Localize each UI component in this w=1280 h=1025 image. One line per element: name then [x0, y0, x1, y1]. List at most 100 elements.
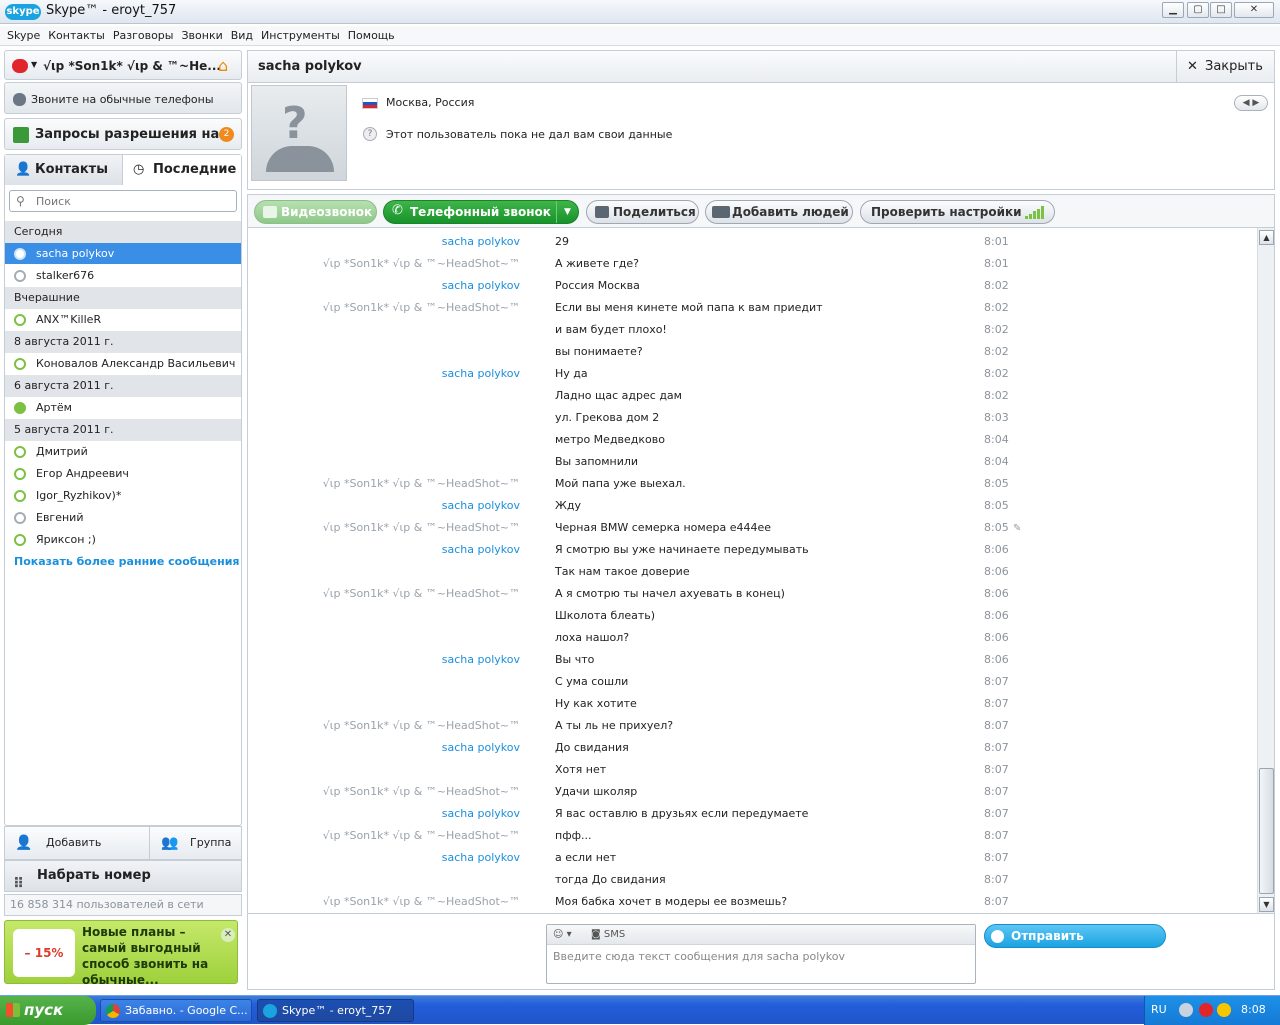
scroll-up-icon[interactable]: ▲: [1259, 230, 1274, 245]
tray-app-icon[interactable]: [1217, 1003, 1231, 1017]
dial-number-button[interactable]: ⠿ Набрать номер: [4, 860, 242, 892]
menu-item-5[interactable]: Инструменты: [257, 26, 344, 42]
recent-contact-row[interactable]: Евгений: [5, 507, 241, 529]
video-call-button[interactable]: Видеозвонок: [254, 200, 377, 224]
taskbar-button-chrome[interactable]: Забавно. - Google C...: [100, 999, 252, 1022]
tray-arrow-icon[interactable]: [1179, 1003, 1193, 1017]
chat-message[interactable]: √ιp *Son1k* √ιp & ™~HeadShot~™ Моя бабка …: [248, 891, 1258, 913]
scroll-down-icon[interactable]: ▼: [1259, 897, 1274, 912]
chevron-down-icon[interactable]: ▼: [31, 60, 37, 69]
recent-contact-row[interactable]: Дмитрий: [5, 441, 241, 463]
chat-message[interactable]: sacha polykov Ну да 8:02: [248, 363, 1258, 385]
chat-message[interactable]: √ιp *Son1k* √ιp & ™~HeadShot~™ А живете г…: [248, 253, 1258, 275]
restore-button[interactable]: ▢: [1187, 2, 1209, 18]
chat-message[interactable]: sacha polykov Жду 8:05: [248, 495, 1258, 517]
recent-contact-row[interactable]: Коновалов Александр Васильевич: [5, 353, 241, 375]
chat-message[interactable]: sacha polykov До свидания 8:07: [248, 737, 1258, 759]
chat-message[interactable]: √ιp *Son1k* √ιp & ™~HeadShot~™ пфф... 8:07: [248, 825, 1258, 847]
group-button[interactable]: 👥 Группа: [151, 827, 241, 859]
avatar[interactable]: ?: [251, 85, 347, 181]
phone-call-button[interactable]: ✆ Телефонный звонок ▼: [383, 200, 579, 224]
chat-message[interactable]: лоха нашол? 8:06: [248, 627, 1258, 649]
chat-message[interactable]: sacha polykov Вы что 8:06: [248, 649, 1258, 671]
promo-banner[interactable]: – 15% Новые планы – самый выгодный спосо…: [4, 920, 238, 987]
recent-contact-row[interactable]: stalker676: [5, 265, 241, 287]
close-conversation-button[interactable]: ✕ Закрыть: [1176, 51, 1274, 82]
chat-message[interactable]: Ладно щас адрес дам 8:02: [248, 385, 1258, 407]
recent-contact-row[interactable]: Артём: [5, 397, 241, 419]
chat-message[interactable]: Хотя нет 8:07: [248, 759, 1258, 781]
message-text: Удачи школяр: [555, 785, 638, 798]
chat-message[interactable]: Так нам такое доверие 8:06: [248, 561, 1258, 583]
add-contact-button[interactable]: 👤 Добавить контакт: [5, 827, 150, 881]
check-settings-button[interactable]: Проверить настройки: [860, 200, 1055, 224]
menu-item-2[interactable]: Разговоры: [109, 26, 178, 42]
chat-message[interactable]: √ιp *Son1k* √ιp & ™~HeadShot~™ Если вы ме…: [248, 297, 1258, 319]
chat-message[interactable]: sacha polykov 29 8:01: [248, 231, 1258, 253]
message-text: вы понимаете?: [555, 345, 643, 358]
chat-message[interactable]: sacha polykov Россия Москва 8:02: [248, 275, 1258, 297]
profile-status-bar[interactable]: ▼ √ιp *Son1k* √ιp & ™~He... ⌂: [4, 50, 242, 80]
close-promo-icon[interactable]: ✕: [221, 928, 235, 942]
recent-contact-row[interactable]: Егор Андреевич: [5, 463, 241, 485]
home-icon[interactable]: ⌂: [218, 57, 236, 75]
maximize-button[interactable]: □: [1210, 2, 1232, 18]
scrollbar-thumb[interactable]: [1259, 768, 1274, 894]
chat-message[interactable]: и вам будет плохо! 8:02: [248, 319, 1258, 341]
tab-recent[interactable]: ◷ Последние: [123, 155, 241, 185]
menu-item-6[interactable]: Помощь: [344, 26, 399, 42]
message-input-box[interactable]: ☺ ▾ ◙ SMS Введите сюда текст сообщения д…: [546, 924, 976, 984]
chat-message[interactable]: √ιp *Son1k* √ιp & ™~HeadShot~™ А ты ль не…: [248, 715, 1258, 737]
chat-message[interactable]: Школота блеать) 8:06: [248, 605, 1258, 627]
send-message-button[interactable]: Отправить сообщение: [984, 924, 1166, 965]
chat-message[interactable]: ул. Грекова дом 2 8:03: [248, 407, 1258, 429]
message-input[interactable]: Введите сюда текст сообщения для sacha p…: [553, 950, 845, 963]
close-window-button[interactable]: ✕: [1234, 2, 1274, 18]
show-earlier-messages-link[interactable]: Показать более ранние сообщения: [5, 551, 241, 573]
chat-message[interactable]: вы понимаете? 8:02: [248, 341, 1258, 363]
emoticon-icon[interactable]: ☺ ▾: [553, 925, 572, 945]
menu-item-4[interactable]: Вид: [227, 26, 257, 42]
chat-message[interactable]: метро Медведково 8:04: [248, 429, 1258, 451]
chat-message[interactable]: С ума сошли 8:07: [248, 671, 1258, 693]
chat-message[interactable]: √ιp *Son1k* √ιp & ™~HeadShot~™ Черная BMW…: [248, 517, 1258, 539]
busy-status-icon[interactable]: [12, 59, 28, 73]
chat-message[interactable]: √ιp *Son1k* √ιp & ™~HeadShot~™ Удачи школ…: [248, 781, 1258, 803]
chat-scrollbar[interactable]: ▲ ▼: [1257, 228, 1274, 913]
sms-toggle[interactable]: ◙ SMS: [591, 925, 625, 945]
message-time: 8:06: [984, 543, 1009, 556]
tab-contacts[interactable]: 👤 Контакты: [5, 155, 123, 185]
chat-history[interactable]: sacha polykov 29 8:01 √ιp *Son1k* √ιp & ™~H…: [247, 228, 1275, 914]
profile-nav-arrows[interactable]: ◀ ▶: [1234, 95, 1268, 111]
skype-status-tray-icon[interactable]: [1199, 1003, 1213, 1017]
recent-contact-row[interactable]: ANX™KilleR: [5, 309, 241, 331]
minimize-button[interactable]: ▁: [1162, 2, 1184, 18]
chat-message[interactable]: √ιp *Son1k* √ιp & ™~HeadShot~™ Мой папа у…: [248, 473, 1258, 495]
add-people-button[interactable]: Добавить людей: [705, 200, 853, 224]
recent-contact-row[interactable]: Igor_Ryzhikov)*: [5, 485, 241, 507]
chat-message[interactable]: Вы запомнили 8:04: [248, 451, 1258, 473]
language-indicator[interactable]: RU: [1151, 1003, 1167, 1016]
authorization-requests-row[interactable]: Запросы разрешения на... 2: [4, 118, 242, 150]
menu-item-1[interactable]: Контакты: [44, 26, 109, 42]
start-button[interactable]: пуск: [0, 996, 96, 1025]
search-input[interactable]: [36, 194, 231, 209]
chat-message[interactable]: √ιp *Son1k* √ιp & ™~HeadShot~™ А я смотрю…: [248, 583, 1258, 605]
chat-message[interactable]: sacha polykov Я смотрю вы уже начинаете п…: [248, 539, 1258, 561]
chat-message[interactable]: тогда До свидания 8:07: [248, 869, 1258, 891]
chat-message[interactable]: sacha polykov а если нет 8:07: [248, 847, 1258, 869]
recent-contact-row[interactable]: Яриксон ;): [5, 529, 241, 551]
call-phones-row[interactable]: Звоните на обычные телефоны: [4, 82, 242, 114]
search-box[interactable]: ⚲: [9, 190, 237, 212]
status-icon: [14, 358, 26, 370]
chat-message[interactable]: sacha polykov Я вас оставлю в друзьях есл…: [248, 803, 1258, 825]
share-button[interactable]: Поделиться: [586, 200, 699, 224]
menu-item-0[interactable]: Skype: [0, 26, 44, 42]
chat-message[interactable]: Ну как хотите 8:07: [248, 693, 1258, 715]
taskbar-button-skype[interactable]: Skype™ - eroyt_757: [257, 999, 414, 1022]
profile-name[interactable]: √ιp *Son1k* √ιp & ™~He...: [43, 59, 221, 73]
edited-pencil-icon[interactable]: ✎: [1013, 518, 1021, 540]
recent-contact-row[interactable]: sacha polykov: [5, 243, 241, 265]
chevron-down-icon[interactable]: ▼: [556, 201, 578, 223]
menu-item-3[interactable]: Звонки: [177, 26, 226, 42]
